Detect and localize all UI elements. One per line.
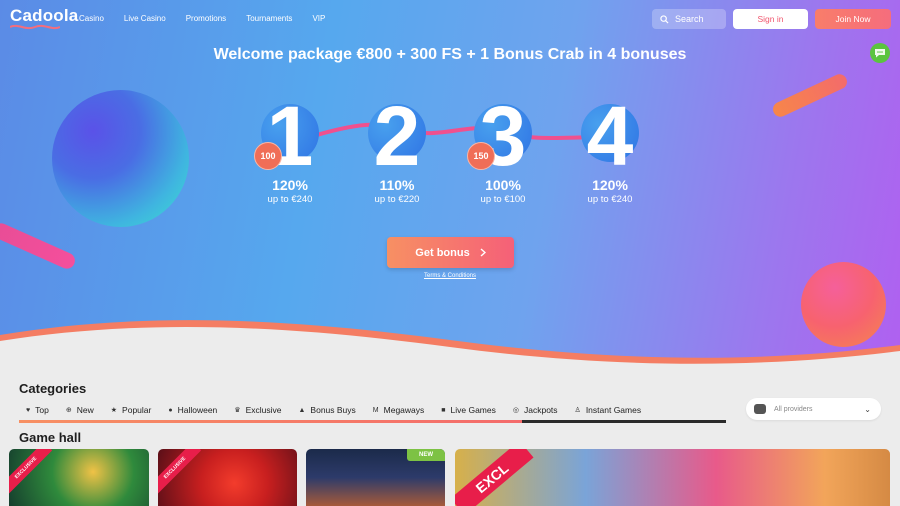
gamepad-icon bbox=[754, 404, 766, 414]
coin-icon: ◎ bbox=[512, 407, 519, 414]
m-icon: M bbox=[372, 406, 379, 414]
category-scroll-indicator[interactable] bbox=[19, 420, 522, 423]
game-card[interactable]: EXCLUSIVE bbox=[9, 449, 149, 506]
nav-tournaments[interactable]: Tournaments bbox=[246, 14, 292, 23]
step-max: up to €100 bbox=[480, 194, 526, 205]
chevron-right-icon bbox=[480, 248, 486, 257]
crown-icon: ♛ bbox=[234, 407, 241, 414]
bonus-step-4: 4 120% up to €240 bbox=[560, 94, 660, 205]
terms-link[interactable]: Terms & Conditions bbox=[0, 273, 900, 279]
get-bonus-label: Get bonus bbox=[415, 246, 470, 259]
nav-casino[interactable]: Casino bbox=[79, 14, 104, 23]
game-card-featured[interactable]: EXCL bbox=[455, 449, 890, 506]
step-max: up to €220 bbox=[374, 194, 420, 205]
step-number: 1 bbox=[266, 89, 314, 183]
category-top[interactable]: ♥ Top bbox=[26, 405, 49, 415]
decorative-bar bbox=[770, 71, 850, 120]
game-card[interactable]: EXCLUSIVE bbox=[158, 449, 297, 506]
bonus-step-2: 2 110% up to €220 bbox=[347, 94, 447, 205]
exclusive-ribbon: EXCLUSIVE bbox=[158, 449, 202, 495]
chevron-down-icon: ⌄ bbox=[864, 404, 871, 414]
step-number: 4 bbox=[586, 89, 634, 183]
category-jackpots[interactable]: ◎ Jackpots bbox=[513, 405, 558, 415]
logo-wave-icon bbox=[10, 24, 60, 30]
category-instant-games[interactable]: ♙ Instant Games bbox=[575, 405, 642, 415]
decorative-sphere bbox=[52, 90, 189, 227]
get-bonus-button[interactable]: Get bonus bbox=[387, 237, 514, 268]
pumpkin-icon: ● bbox=[168, 406, 173, 414]
sign-in-button[interactable]: Sign in bbox=[733, 9, 808, 29]
cart-icon: ▲ bbox=[298, 406, 306, 414]
nav-live-casino[interactable]: Live Casino bbox=[124, 14, 166, 23]
person-icon: ♙ bbox=[574, 407, 581, 414]
star-icon: ★ bbox=[110, 407, 118, 414]
category-bonus-buys[interactable]: ▲ Bonus Buys bbox=[298, 405, 355, 415]
game-hall-title: Game hall bbox=[19, 430, 82, 445]
free-spins-badge: 150 bbox=[467, 142, 495, 170]
hero-wave bbox=[0, 320, 900, 375]
bonus-step-3: 3 100% up to €100 150 bbox=[453, 94, 553, 205]
join-now-button[interactable]: Join Now bbox=[815, 9, 891, 29]
category-megaways[interactable]: M Megaways bbox=[373, 405, 424, 415]
free-spins-badge: 100 bbox=[254, 142, 282, 170]
step-max: up to €240 bbox=[587, 194, 633, 205]
new-badge: NEW bbox=[407, 449, 445, 461]
categories-title: Categories bbox=[19, 381, 87, 396]
search-button[interactable]: Search bbox=[652, 9, 726, 29]
step-number: 2 bbox=[373, 89, 421, 183]
cadoola-logo[interactable]: Cadoola bbox=[10, 6, 78, 26]
category-new[interactable]: ⊕ New bbox=[66, 405, 94, 415]
step-number: 3 bbox=[479, 89, 527, 183]
bonus-step-1: 1 120% up to €240 100 bbox=[240, 94, 340, 205]
category-live-games[interactable]: ■ Live Games bbox=[441, 405, 496, 415]
game-card[interactable]: NEW bbox=[306, 449, 445, 506]
category-halloween[interactable]: ● Halloween bbox=[168, 405, 217, 415]
search-label: Search bbox=[675, 14, 704, 24]
camera-icon: ■ bbox=[441, 406, 446, 414]
plus-icon: ⊕ bbox=[65, 407, 72, 414]
search-icon bbox=[660, 14, 669, 24]
providers-dropdown[interactable]: All providers ⌄ bbox=[746, 398, 881, 420]
decorative-bar bbox=[0, 220, 78, 272]
welcome-headline: Welcome package €800 + 300 FS + 1 Bonus … bbox=[213, 46, 687, 63]
nav-promotions[interactable]: Promotions bbox=[186, 14, 226, 23]
hero-banner: Cadoola Casino Live Casino Promotions To… bbox=[0, 0, 900, 375]
category-tabs: ♥ Top ⊕ New ★ Popular ● Halloween ♛ Excl… bbox=[19, 403, 641, 417]
main-nav: Casino Live Casino Promotions Tournament… bbox=[79, 14, 345, 23]
exclusive-ribbon: EXCL bbox=[455, 449, 534, 506]
heart-icon: ♥ bbox=[26, 406, 31, 414]
step-max: up to €240 bbox=[267, 194, 313, 205]
exclusive-ribbon: EXCLUSIVE bbox=[9, 449, 53, 495]
top-header: Cadoola Casino Live Casino Promotions To… bbox=[0, 0, 900, 38]
category-popular[interactable]: ★ Popular bbox=[111, 405, 152, 415]
category-exclusive[interactable]: ♛ Exclusive bbox=[234, 405, 281, 415]
nav-vip[interactable]: VIP bbox=[312, 14, 325, 23]
providers-value: All providers bbox=[774, 405, 813, 413]
